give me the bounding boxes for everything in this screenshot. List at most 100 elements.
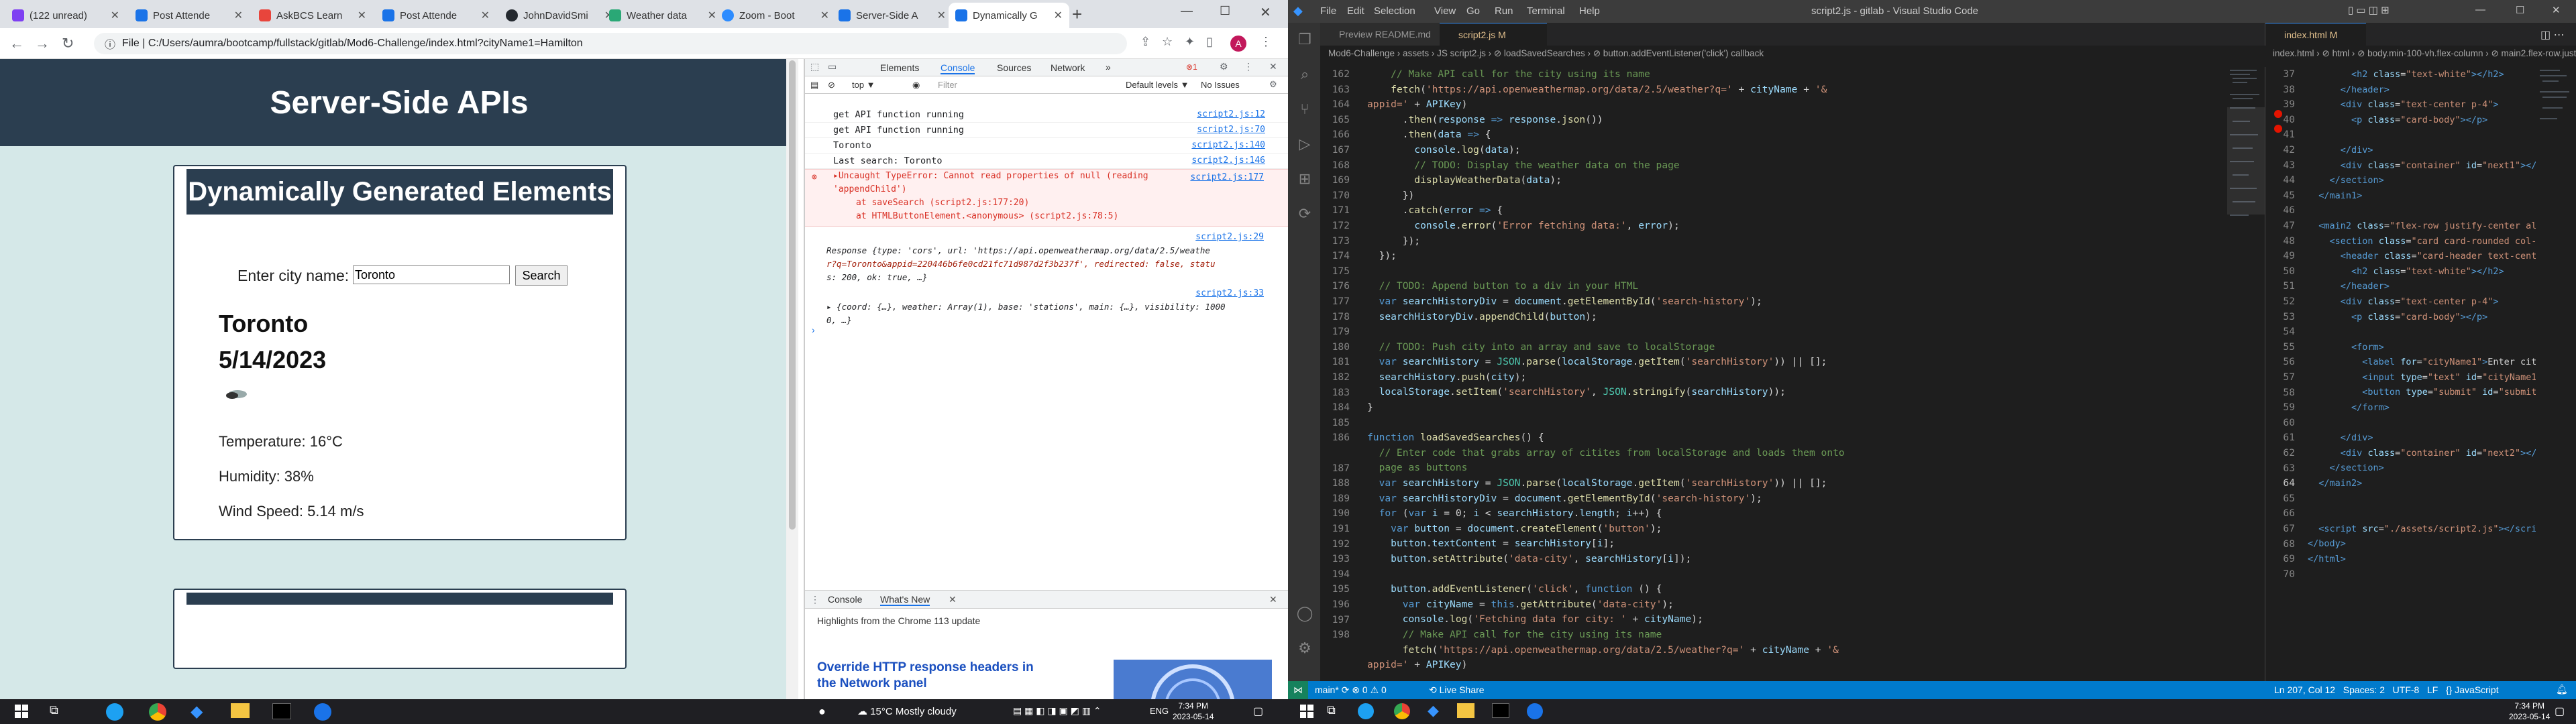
issues-label[interactable]: No Issues [1201,80,1240,90]
browser-tab[interactable]: Post Attende ✕ [376,3,496,28]
drawer-menu-icon[interactable]: ⋮ [810,594,820,605]
drawer-tab-whats-new[interactable]: What's New [880,594,930,606]
menu-icon[interactable]: ⋮ [1260,35,1272,49]
browser-tab[interactable]: Server-Side A ✕ [832,3,953,28]
minimap-left[interactable] [2227,67,2265,681]
tab-elements[interactable]: Elements [880,62,919,73]
chrome-icon[interactable] [1394,703,1410,719]
browser-tab[interactable]: Zoom - Boot ✕ [715,3,836,28]
menu-view[interactable]: View [1434,5,1456,17]
close-icon[interactable]: ✕ [234,9,243,22]
profile-avatar[interactable]: A [1230,36,1246,52]
back-icon[interactable]: ← [9,35,24,52]
browser-tab[interactable]: (122 unread) ✕ [5,3,126,28]
live-share-button[interactable]: ⟲ Live Share [1429,684,1485,696]
task-view-icon[interactable]: ⧉ [50,703,58,717]
device-toggle-icon[interactable]: ▭ [828,61,837,72]
menu-edit[interactable]: Edit [1347,5,1364,17]
task-view-icon[interactable]: ⧉ [1327,703,1336,717]
console-settings-icon[interactable]: ⚙ [1269,79,1277,90]
tab-index-html[interactable]: index.html M [2265,23,2366,46]
close-icon[interactable]: ✕ [1269,61,1277,72]
close-window-button[interactable]: ✕ [2552,4,2561,16]
layout-toggle-icon[interactable]: ▯ ▭ ◫ ⊞ [2348,4,2390,16]
close-icon[interactable]: ✕ [481,9,490,22]
language-indicator[interactable]: ENG [1150,706,1169,716]
share-icon[interactable]: ⇪ [1140,35,1150,49]
menu-run[interactable]: Run [1495,5,1513,17]
settings-gear-icon[interactable]: ⚙ [1296,640,1313,657]
breakpoint-dot[interactable] [2274,125,2282,133]
menu-help[interactable]: Help [1579,5,1600,17]
city-input[interactable] [353,265,510,284]
split-editor-icon[interactable]: ◫ ⋯ [2540,28,2565,42]
inspect-icon[interactable]: ⬚ [810,61,819,72]
source-link[interactable]: script2.js:29 [1195,231,1264,244]
browser-tab[interactable]: Post Attende ✕ [129,3,250,28]
browser-tab-active[interactable]: Dynamically G ✕ [949,3,1069,28]
tab-sources[interactable]: Sources [997,62,1031,73]
more-tabs-icon[interactable]: » [1106,62,1111,72]
github-icon[interactable]: ● [818,705,826,719]
cursor-position-status[interactable]: Ln 207, Col 12 Spaces: 2 UTF-8 LF {} Jav… [2274,684,2499,695]
windows-start-icon[interactable] [1300,705,1313,718]
remote-indicator-icon[interactable]: ⋈ [1288,681,1308,699]
terminal-icon[interactable] [272,703,291,719]
console-response-row[interactable]: script2.js:29 Response {type: 'cors', ur… [805,231,1288,284]
context-select[interactable]: top ▼ [852,80,875,90]
maximize-button[interactable]: ☐ [2516,4,2524,16]
close-icon[interactable]: ✕ [820,9,829,22]
explorer-icon[interactable]: ❐ [1296,31,1313,48]
tab-console[interactable]: Console [941,62,975,74]
menu-terminal[interactable]: Terminal [1527,5,1565,17]
chrome-profile-icon[interactable] [314,703,331,721]
tab-script2[interactable]: script2.js M [1440,23,1547,46]
reload-icon[interactable]: ↻ [62,35,74,52]
source-link[interactable]: script2.js:177 [1190,171,1264,184]
file-explorer-icon[interactable] [1457,703,1474,718]
menu-go[interactable]: Go [1466,5,1480,17]
chrome-icon[interactable] [149,703,166,721]
drawer-tab-console[interactable]: Console [828,594,862,605]
extensions-icon[interactable]: ✦ [1185,35,1195,49]
close-window-button[interactable]: ✕ [1260,4,1271,21]
source-link[interactable]: script2.js:12 [1197,107,1265,122]
menu-selection[interactable]: Selection [1374,5,1415,17]
close-icon[interactable]: ✕ [111,9,119,22]
maximize-button[interactable]: ☐ [1220,4,1230,18]
console-filter-input[interactable]: Filter [938,80,957,90]
clock-left[interactable]: 7:34 PM 2023-05-14 [1173,701,1214,722]
tab-preview-readme[interactable]: Preview README.md [1320,23,1440,46]
search-button[interactable]: Search [515,265,568,286]
edge-browser-icon[interactable] [1358,703,1374,719]
account-icon[interactable]: ◯ [1296,605,1313,622]
browser-tab[interactable]: AskBCS Learn ✕ [252,3,373,28]
eye-icon[interactable]: ◉ [912,80,920,90]
minimize-button[interactable]: — [1181,4,1193,18]
bookmark-star-icon[interactable]: ☆ [1162,35,1173,49]
whats-new-article-link[interactable]: Override HTTP response headers in the Ne… [817,660,1038,692]
log-levels-select[interactable]: Default levels ▼ [1126,80,1189,90]
vscode-icon[interactable]: ◆ [1428,702,1439,719]
search-icon[interactable]: ⌕ [1296,66,1313,83]
file-explorer-icon[interactable] [231,703,250,718]
minimize-button[interactable]: — [2475,4,2485,15]
browser-tab[interactable]: Weather data ✕ [602,3,723,28]
error-badge[interactable]: ⊗1 [1186,62,1197,72]
page-scrollbar[interactable] [786,59,798,699]
console-prompt[interactable]: › [812,324,815,335]
source-link[interactable]: script2.js:140 [1191,138,1265,153]
clear-console-icon[interactable]: ⊘ [828,80,835,90]
close-icon[interactable]: ✕ [949,594,957,605]
source-link[interactable]: script2.js:70 [1197,123,1265,137]
breadcrumb-right[interactable]: index.html › ⊘ html › ⊘ body.min-100-vh.… [2273,46,2576,62]
close-drawer-icon[interactable]: ✕ [1269,594,1277,605]
menu-icon[interactable]: ⋮ [1244,61,1253,72]
browser-tab[interactable]: JohnDavidSmi✕ [499,3,620,28]
breakpoint-dot[interactable] [2274,110,2282,118]
code-editor-right[interactable]: <h2 class="text-white"></h2> </header> <… [2308,67,2536,681]
source-link[interactable]: script2.js:33 [1195,287,1264,300]
notification-center-icon[interactable]: ▢ [1253,705,1263,718]
terminal-icon[interactable] [1492,703,1509,718]
source-link[interactable]: script2.js:146 [1191,154,1265,168]
